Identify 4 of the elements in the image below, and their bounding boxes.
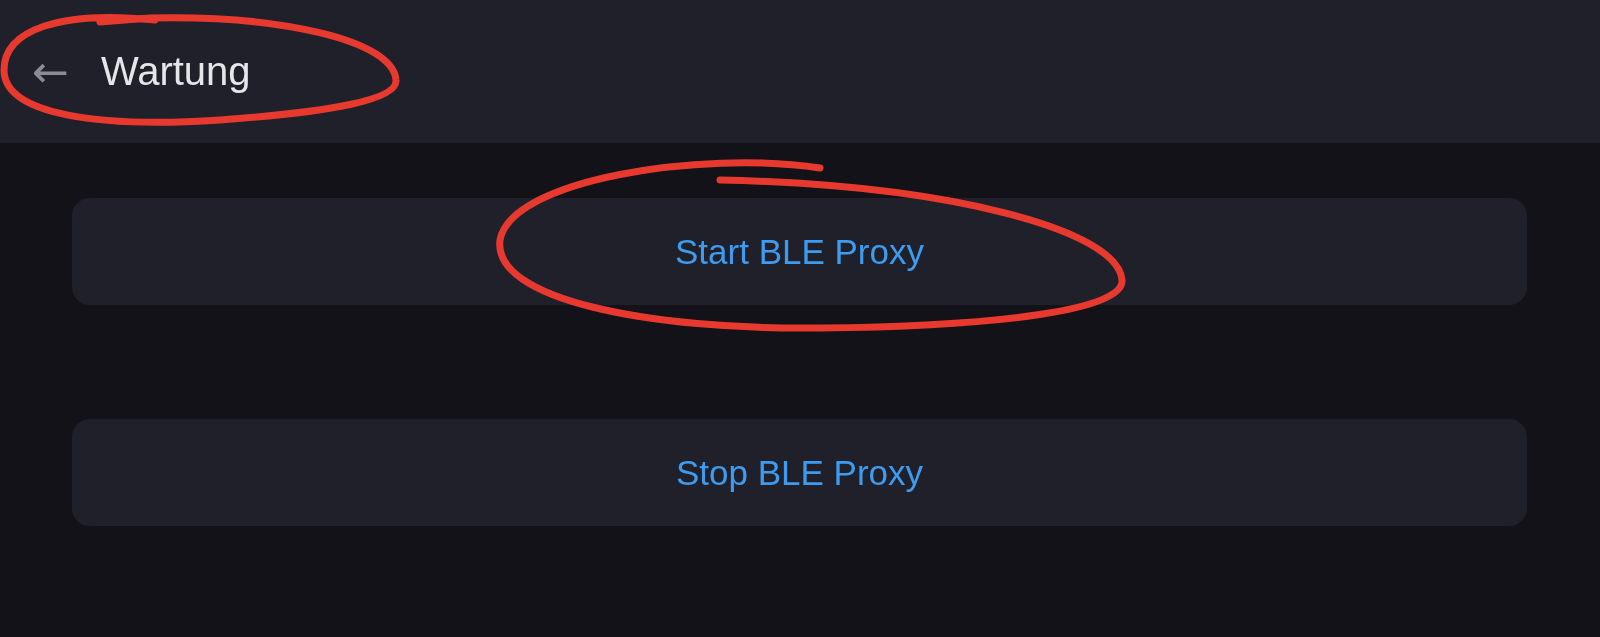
back-button[interactable]: ← xyxy=(30,49,71,94)
page-title: Wartung xyxy=(100,49,251,94)
proxy-button[interactable]: Stop BLE Proxy xyxy=(72,419,1527,526)
proxy-button[interactable]: Start BLE Proxy xyxy=(72,198,1527,305)
